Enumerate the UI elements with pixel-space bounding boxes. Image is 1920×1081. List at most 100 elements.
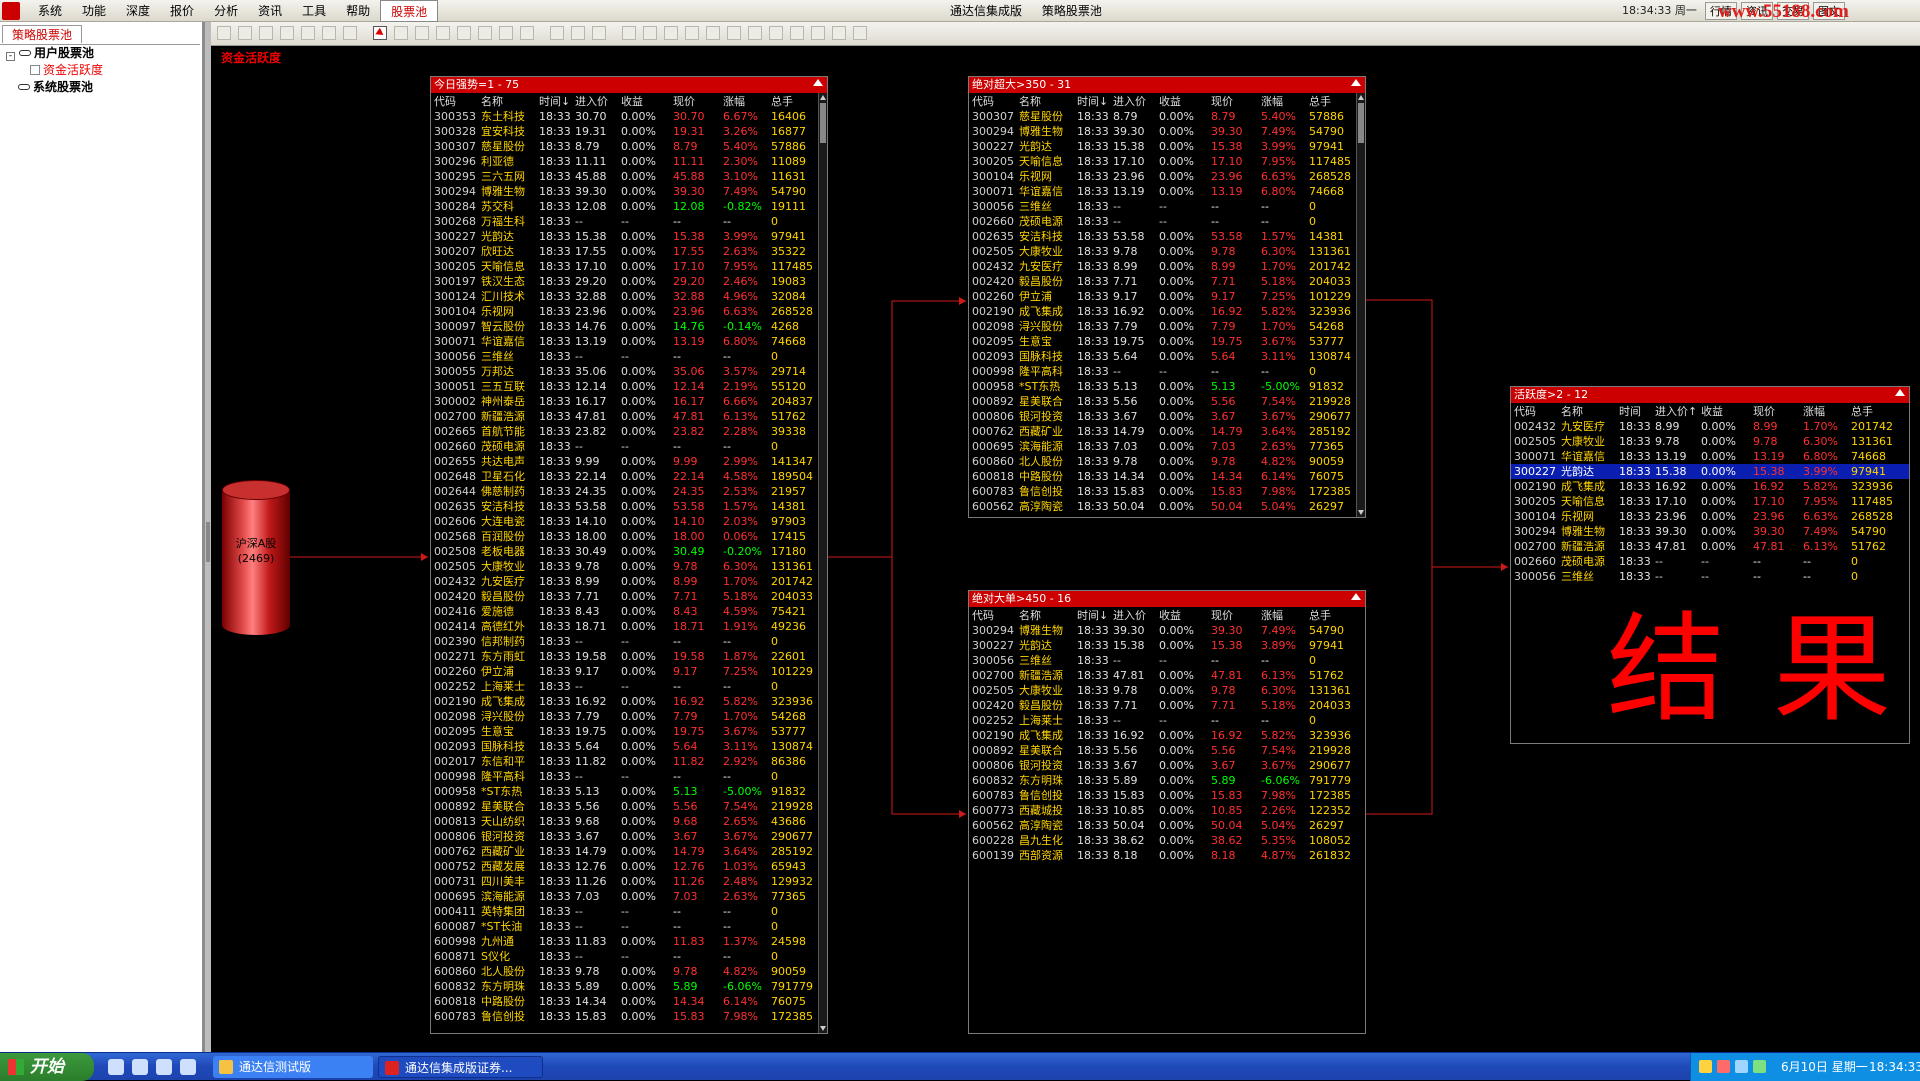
table-row[interactable]: 002093 国脉科技 18:33 5.64 0.00% 5.64 3.11% 130874 <box>431 739 827 754</box>
table-row[interactable]: 002505 大康牧业 18:33 9.78 0.00% 9.78 6.30% 131361 <box>969 244 1365 259</box>
link-icon[interactable] <box>478 26 492 40</box>
align-right-icon[interactable] <box>643 26 657 40</box>
scroll-up-icon[interactable] <box>1358 95 1364 100</box>
table-row[interactable]: 300296 利亚德 18:33 11.11 0.00% 11.11 2.30% 11089 <box>431 154 827 169</box>
column-header-cell[interactable]: 进入价 <box>1113 608 1146 623</box>
menu-item[interactable]: 深度 <box>116 0 160 22</box>
column-header-cell[interactable]: 进入价 <box>1113 94 1146 109</box>
table-row[interactable]: 002260 伊立浦 18:33 9.17 0.00% 9.17 7.25% 101229 <box>431 664 827 679</box>
table-row[interactable]: 002420 毅昌股份 18:33 7.71 0.00% 7.71 5.18% 204033 <box>969 274 1365 289</box>
column-header-cell[interactable]: 进入价↑ <box>1655 404 1697 419</box>
column-header-cell[interactable]: 涨幅 <box>1803 404 1825 419</box>
table-row[interactable]: 300227 光韵达 18:33 15.38 0.00% 15.38 3.99% 97941 <box>1511 464 1909 479</box>
table-row[interactable]: 300205 天喻信息 18:33 17.10 0.00% 17.10 7.95% 11748… <box>969 154 1365 169</box>
scrollbar[interactable] <box>1356 93 1365 517</box>
table-row[interactable]: 002505 大康牧业 18:33 9.78 0.00% 9.78 6.30% 131361 <box>969 683 1365 698</box>
table-row[interactable]: 300056 三维丝 18:33 -- -- -- -- 0 <box>431 349 827 364</box>
tree-node-user-pool[interactable]: - 用户股票池 <box>0 45 200 62</box>
table-row[interactable]: 300097 智云股份 18:33 14.76 0.00% 14.76 -0.14% 4268 <box>431 319 827 334</box>
panel-title[interactable]: 今日强势=1 - 75 <box>431 77 827 93</box>
pointer-icon[interactable] <box>373 26 387 40</box>
menu-item[interactable]: 功能 <box>72 0 116 22</box>
column-header-cell[interactable]: 涨幅 <box>1261 608 1283 623</box>
column-header-cell[interactable]: 现价 <box>1211 608 1233 623</box>
table-row[interactable]: 600773 西藏城投 18:33 10.85 0.00% 10.85 2.26% 12235… <box>969 803 1365 818</box>
column-header-cell[interactable]: 涨幅 <box>723 94 745 109</box>
table-row[interactable]: 002420 毅昌股份 18:33 7.71 0.00% 7.71 5.18% 204033 <box>969 698 1365 713</box>
table-row[interactable]: 300207 欣旺达 18:33 17.55 0.00% 17.55 2.63% 35322 <box>431 244 827 259</box>
table-row[interactable]: 600832 东方明珠 18:33 5.89 0.00% 5.89 -6.06% 791779 <box>431 979 827 994</box>
table-row[interactable]: 000411 英特集团 18:33 -- -- -- -- 0 <box>431 904 827 919</box>
menu-item[interactable]: 分析 <box>204 0 248 22</box>
column-header-cell[interactable]: 总手 <box>771 94 793 109</box>
table-row[interactable]: 002190 成飞集成 18:33 16.92 0.00% 16.92 5.82% 32393… <box>431 694 827 709</box>
table-row[interactable]: 300294 博雅生物 18:33 39.30 0.00% 39.30 7.49% 54790 <box>431 184 827 199</box>
table-row[interactable]: 300295 三六五网 18:33 45.88 0.00% 45.88 3.10% 11631 <box>431 169 827 184</box>
table-row[interactable]: 300353 东土科技 18:33 30.70 0.00% 30.70 6.67% 16406 <box>431 109 827 124</box>
table-row[interactable]: 300071 华谊嘉信 18:33 13.19 0.00% 13.19 6.80% 74668 <box>1511 449 1909 464</box>
paste-icon[interactable] <box>571 26 585 40</box>
panel-large-order[interactable]: 绝对大单>450 - 16 代码 名称 时间↓ 进入价 收益 现价 涨幅 总手 300294 博雅生… <box>968 590 1366 1034</box>
table-row[interactable]: 002665 首航节能 18:33 23.82 0.00% 23.82 2.28% 39338 <box>431 424 827 439</box>
table-row[interactable]: 000958 *ST东热 18:33 5.13 0.00% 5.13 -5.00% 91832 <box>431 784 827 799</box>
scroll-thumb[interactable] <box>820 103 826 143</box>
save-icon[interactable] <box>259 26 273 40</box>
front-icon[interactable] <box>748 26 762 40</box>
back-icon[interactable] <box>769 26 783 40</box>
table-row[interactable]: 002190 成飞集成 18:33 16.92 0.00% 16.92 5.82% 32393… <box>969 728 1365 743</box>
table-row[interactable]: 300284 苏交科 18:33 12.08 0.00% 12.08 -0.82% 19111 <box>431 199 827 214</box>
menu-item[interactable]: 帮助 <box>336 0 380 22</box>
line-icon[interactable] <box>436 26 450 40</box>
menu-item[interactable]: 股票池 <box>380 0 439 22</box>
group-icon[interactable] <box>706 26 720 40</box>
table-row[interactable]: 002508 老板电器 18:33 30.49 0.00% 30.49 -0.20% 1718… <box>431 544 827 559</box>
table-row[interactable]: 300071 华谊嘉信 18:33 13.19 0.00% 13.19 6.80% 74668 <box>969 184 1365 199</box>
table-row[interactable]: 002190 成飞集成 18:33 16.92 0.00% 16.92 5.82% 32393… <box>969 304 1365 319</box>
menu-item[interactable]: 资讯 <box>248 0 292 22</box>
props-icon[interactable] <box>853 26 867 40</box>
align-left-icon[interactable] <box>622 26 636 40</box>
ie-icon[interactable] <box>132 1059 148 1075</box>
table-row[interactable]: 002700 新疆浩源 18:33 47.81 0.00% 47.81 6.13% 51762 <box>969 668 1365 683</box>
collapse-icon[interactable]: - <box>6 52 15 61</box>
column-header-cell[interactable]: 收益 <box>1159 94 1181 109</box>
open-icon[interactable] <box>238 26 252 40</box>
text-icon[interactable] <box>499 26 513 40</box>
column-header-cell[interactable]: 代码 <box>1514 404 1536 419</box>
table-row[interactable]: 600998 九州通 18:33 11.83 0.00% 11.83 1.37% 24598 <box>431 934 827 949</box>
table-row[interactable]: 300055 万邦达 18:33 35.06 0.00% 35.06 3.57% 29714 <box>431 364 827 379</box>
collapse-up-icon[interactable] <box>1351 79 1361 86</box>
table-row[interactable]: 002098 浔兴股份 18:33 7.79 0.00% 7.79 1.70% 54268 <box>431 709 827 724</box>
delete-icon[interactable] <box>280 26 294 40</box>
table-row[interactable]: 002390 信邦制药 18:33 -- -- -- -- 0 <box>431 634 827 649</box>
column-header-cell[interactable]: 总手 <box>1309 94 1331 109</box>
align-top-icon[interactable] <box>664 26 678 40</box>
table-row[interactable]: 002432 九安医疗 18:33 8.99 0.00% 8.99 1.70% 201742 <box>431 574 827 589</box>
table-row[interactable]: 600139 西部资源 18:33 8.18 0.00% 8.18 4.87% 261832 <box>969 848 1365 863</box>
table-row[interactable]: 300307 慈星股份 18:33 8.79 0.00% 8.79 5.40% 57886 <box>969 109 1365 124</box>
new-icon[interactable] <box>217 26 231 40</box>
table-row[interactable]: 300124 汇川技术 18:33 32.88 0.00% 32.88 4.96% 32084 <box>431 289 827 304</box>
cut-icon[interactable] <box>592 26 606 40</box>
table-row[interactable]: 002252 上海莱士 18:33 -- -- -- -- 0 <box>431 679 827 694</box>
table-row[interactable]: 002432 九安医疗 18:33 8.99 0.00% 8.99 1.70% 201742 <box>969 259 1365 274</box>
table-row[interactable]: 300071 华谊嘉信 18:33 13.19 0.00% 13.19 6.80% 74668 <box>431 334 827 349</box>
scrollbar[interactable] <box>818 93 827 1033</box>
table-row[interactable]: 002660 茂硕电源 18:33 -- -- -- -- 0 <box>1511 554 1909 569</box>
table-row[interactable]: 600783 鲁信创投 18:33 15.83 0.00% 15.83 7.98% 17238… <box>431 1009 827 1024</box>
table-row[interactable]: 000892 星美联合 18:33 5.56 0.00% 5.56 7.54% 219928 <box>969 743 1365 758</box>
menu-item[interactable]: 系统 <box>28 0 72 22</box>
column-header-cell[interactable]: 名称 <box>1019 608 1041 623</box>
ellipse-icon[interactable] <box>520 26 534 40</box>
zoom-out-icon[interactable] <box>811 26 825 40</box>
table-row[interactable]: 300056 三维丝 18:33 -- -- -- -- 0 <box>1511 569 1909 584</box>
scroll-thumb[interactable] <box>1358 103 1364 143</box>
task-tdx-test[interactable]: 通达信测试版 <box>213 1056 373 1078</box>
table-row[interactable]: 002098 浔兴股份 18:33 7.79 0.00% 7.79 1.70% 54268 <box>969 319 1365 334</box>
table-row[interactable]: 300328 宜安科技 18:33 19.31 0.00% 19.31 3.26% 16877 <box>431 124 827 139</box>
table-row[interactable]: 300104 乐视网 18:33 23.96 0.00% 23.96 6.63% 268528 <box>969 169 1365 184</box>
table-row[interactable]: 600783 鲁信创投 18:33 15.83 0.00% 15.83 7.98% 17238… <box>969 788 1365 803</box>
column-header-cell[interactable]: 代码 <box>972 608 994 623</box>
table-row[interactable]: 000695 滨海能源 18:33 7.03 0.00% 7.03 2.63% 77365 <box>431 889 827 904</box>
volume-icon[interactable] <box>1735 1060 1748 1073</box>
